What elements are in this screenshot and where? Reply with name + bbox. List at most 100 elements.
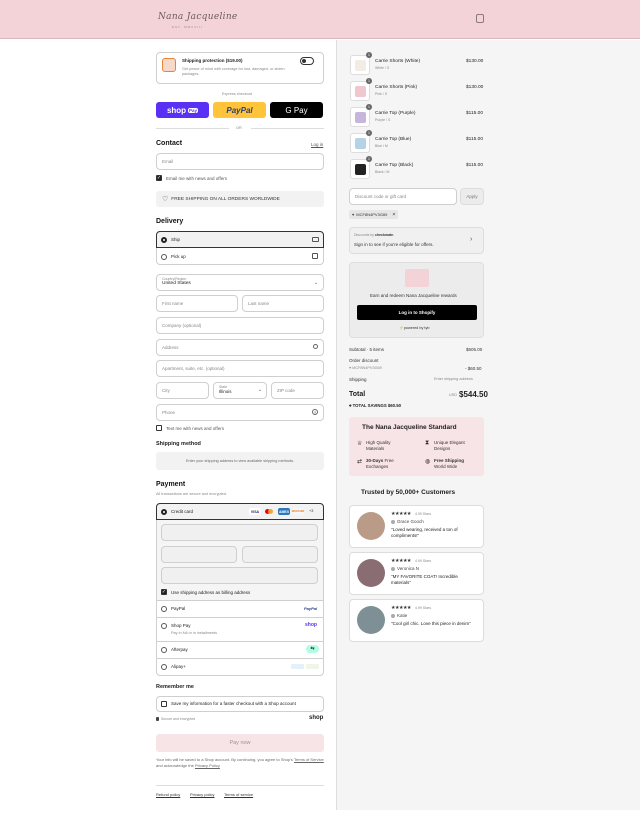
text-news-checkbox[interactable]	[156, 425, 162, 431]
footer-terms-link[interactable]: Terms of service	[224, 792, 253, 797]
pay-now-button[interactable]: Pay now	[156, 734, 324, 752]
alipay-radio[interactable]	[161, 664, 167, 670]
afterpay-radio[interactable]	[161, 647, 167, 653]
truck-icon	[312, 237, 319, 242]
product-thumbnail	[355, 112, 366, 123]
paypal-radio[interactable]	[161, 606, 167, 612]
savings-value: $60.50	[387, 403, 402, 408]
email-placeholder: Email	[162, 159, 174, 164]
product-variant: Black / M	[375, 170, 390, 174]
shop-pay-button[interactable]: shop Pay	[156, 102, 209, 118]
applied-code-tag: ⌖ MCF8N4PV3G69 ×	[349, 210, 399, 219]
login-link[interactable]: Log in	[311, 142, 323, 147]
remove-code-icon[interactable]: ×	[392, 212, 395, 218]
city-field[interactable]: City	[156, 382, 209, 399]
cart-icon[interactable]	[476, 14, 484, 23]
zip-placeholder: ZIP code	[277, 388, 295, 393]
order-discount-code-text: MCF8N4PV3G69	[352, 366, 382, 370]
ship-option[interactable]	[156, 231, 324, 248]
footer-privacy-link[interactable]: Privacy policy	[190, 792, 214, 797]
secure-label: Secure and encrypted	[161, 717, 196, 721]
feature-exchange-bold: 30-Days	[366, 458, 384, 463]
pickup-radio[interactable]	[161, 254, 167, 260]
card-cvc-field[interactable]	[242, 546, 318, 563]
shipping-protection-toggle[interactable]	[300, 57, 314, 65]
last-name-field[interactable]: Last name	[242, 295, 324, 312]
country-select[interactable]: Country/Region United States	[156, 274, 324, 291]
checkmate-offer-card[interactable]	[349, 227, 484, 254]
log-in-shopify-button[interactable]: Log in to Shopify	[357, 305, 477, 320]
zip-field[interactable]: ZIP code	[271, 382, 324, 399]
shop-pay-pay-text: Pay	[188, 107, 199, 113]
verified-icon	[391, 567, 395, 571]
afterpay-label: Afterpay	[171, 647, 188, 652]
paypal-button[interactable]: PayPal	[213, 102, 266, 118]
shoppay-label: Shop Pay	[171, 623, 191, 628]
product-image	[350, 55, 370, 75]
apartment-field[interactable]: Apartment, suite, etc. (optional)	[156, 360, 324, 377]
product-image	[350, 107, 370, 127]
product-price: $115.00	[466, 163, 483, 168]
header	[0, 0, 640, 39]
help-icon[interactable]: ?	[312, 409, 318, 415]
exchange-icon: ⇄	[357, 459, 363, 465]
privacy-policy-link[interactable]: Privacy Policy	[195, 763, 220, 768]
verified-icon	[391, 614, 395, 618]
shop-logo: shop	[309, 715, 324, 721]
payment-subtitle: All transactions are secure and encrypte…	[156, 492, 227, 496]
feature-design: Unique Elegant Designs	[434, 440, 465, 452]
review-score: 4.99 Stars	[415, 559, 431, 563]
wallet-brand-icon	[306, 664, 319, 669]
state-chevron-icon: ⌄	[258, 387, 263, 393]
checkmate-by: Discounts by	[354, 233, 375, 237]
globe-icon: ◍	[425, 459, 431, 465]
divider-paypal	[156, 600, 324, 601]
terms-of-service-link[interactable]: Terms of Service	[294, 757, 324, 762]
email-news-checkbox[interactable]: ✓	[156, 175, 162, 181]
review-stars: ★★★★★	[391, 558, 411, 564]
credit-card-radio[interactable]	[161, 509, 167, 515]
brand-tagline: EST. MMXVIII	[172, 25, 203, 29]
google-pay-button[interactable]: G Pay	[270, 102, 323, 118]
apply-label: Apply	[466, 194, 478, 199]
feature-exchange-free: Free	[383, 458, 394, 463]
card-name-field[interactable]	[161, 567, 318, 584]
subtotal-label: Subtotal · 5 items	[349, 347, 385, 352]
ship-radio[interactable]	[161, 237, 167, 243]
address-field[interactable]: Address	[156, 339, 324, 356]
shoppay-radio[interactable]	[161, 623, 167, 629]
company-field[interactable]: Company (optional)	[156, 317, 324, 334]
toggle-knob	[302, 59, 306, 63]
quantity-badge: 1	[366, 156, 372, 162]
visa-icon: VISA	[249, 508, 261, 515]
company-placeholder: Company (optional)	[162, 323, 202, 328]
shipping-protection-desc: Get peace of mind with coverage for lost…	[182, 67, 285, 76]
card-number-field[interactable]	[161, 524, 318, 541]
product-price: $115.00	[466, 137, 483, 142]
product-price: $130.00	[466, 85, 484, 90]
feature-quality-line2: Materials	[366, 446, 385, 451]
shipping-method-placeholder: Enter your shipping address to view avai…	[185, 459, 295, 463]
rewards-text: Earn and redeem Nana Jacqueline rewards	[370, 293, 457, 298]
refund-policy-link[interactable]: Refund policy	[156, 792, 180, 797]
total-value: $544.50	[459, 390, 488, 399]
product-image	[350, 133, 370, 153]
footer-divider	[156, 785, 324, 786]
tag-icon: ⌖	[352, 212, 355, 217]
currency-label: USD	[449, 393, 458, 397]
feature-shipping-line2: World Wide	[434, 464, 458, 469]
save-info-checkbox[interactable]	[161, 701, 167, 707]
email-field[interactable]: Email	[156, 153, 324, 170]
card-expiry-field[interactable]	[161, 546, 237, 563]
discount-code-field[interactable]: Discount code or gift card	[349, 188, 457, 205]
log-in-shopify-label: Log in to Shopify	[398, 310, 436, 315]
phone-placeholder: Phone	[162, 410, 176, 415]
phone-field[interactable]: Phone	[156, 404, 324, 421]
product-variant: Purple / S	[375, 118, 391, 122]
product-thumbnail	[355, 164, 366, 175]
brand-logo[interactable]: Nana Jacqueline	[158, 12, 238, 22]
apply-button[interactable]: Apply	[460, 188, 484, 205]
first-name-field[interactable]: First name	[156, 295, 238, 312]
paypal-logo: PayPal	[226, 105, 253, 115]
use-shipping-checkbox[interactable]: ✓	[161, 589, 167, 595]
